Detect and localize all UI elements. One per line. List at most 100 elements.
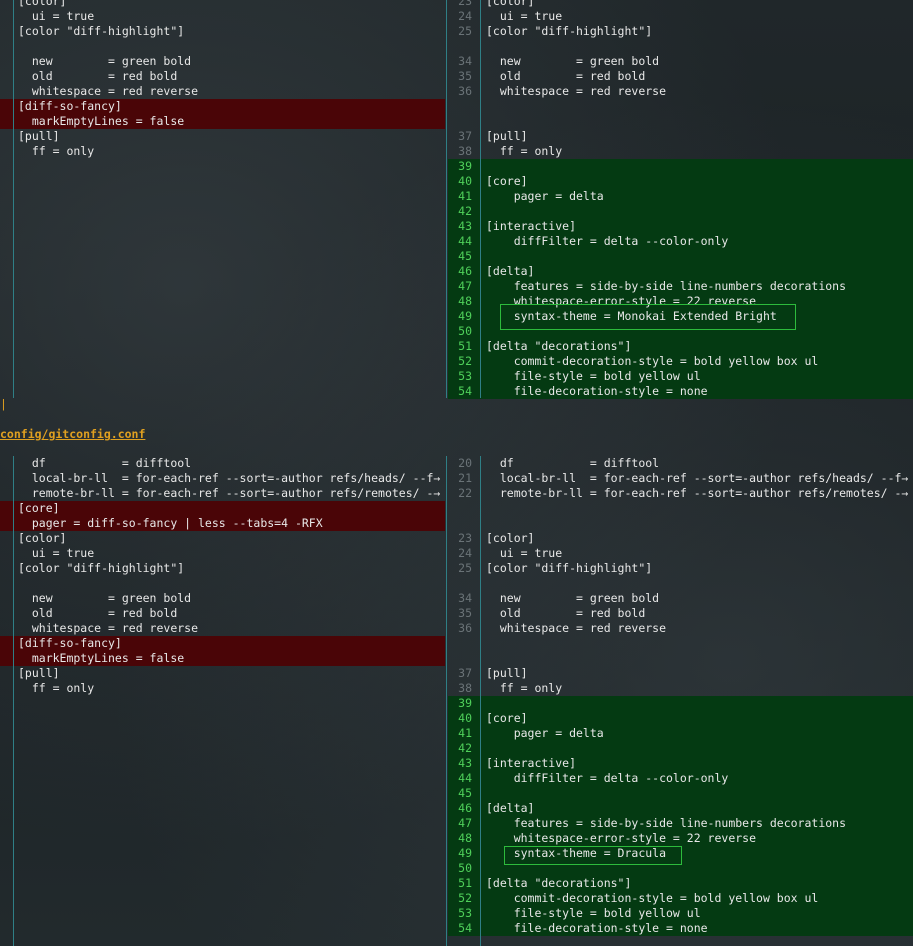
line-number: 39 [458, 696, 472, 710]
diff-line-context: 24 ui = true [448, 9, 913, 24]
diff-line-context [448, 39, 913, 54]
diff-line-context: ff = only [0, 144, 445, 159]
line-code: [diff-so-fancy] [18, 636, 122, 650]
line-code: whitespace = red reverse [486, 84, 667, 98]
diff-line-added: 41 pager = delta [448, 189, 913, 204]
diff-pane-top: [color] ui = true [color "diff-highlight"… [0, 0, 913, 399]
line-number: 50 [458, 861, 472, 875]
line-number: 34 [458, 54, 472, 68]
line-code: old = red bold [486, 606, 646, 620]
line-code: [interactive] [486, 219, 577, 233]
diff-line-context [448, 99, 913, 114]
diff-line-added: 43 [interactive] [448, 756, 913, 771]
line-code: local-br-ll = for-each-ref --sort=-autho… [486, 471, 909, 485]
diff-line-added: 39 [448, 159, 913, 174]
line-number: 49 [458, 309, 472, 323]
line-code: commit-decoration-style = bold yellow bo… [486, 891, 819, 905]
line-number: 45 [458, 786, 472, 800]
diff-left-column: [color] ui = true [color "diff-highlight"… [0, 0, 445, 398]
diff-line-added: 47 features = side-by-side line-numbers … [448, 816, 913, 831]
diff-line-added: 54 file-decoration-style = none [448, 921, 913, 936]
line-code: features = side-by-side line-numbers dec… [486, 279, 847, 293]
diff-line-added: 54 file-decoration-style = none [448, 384, 913, 399]
line-code: [pull] [18, 129, 60, 143]
diff-line-context: 22 remote-br-ll = for-each-ref --sort=-a… [448, 486, 913, 501]
line-code: file-decoration-style = none [486, 384, 708, 398]
diff-right-column: 20 df = difftool 21 local-br-ll = for-eac… [448, 456, 913, 946]
line-code: [delta] [486, 801, 535, 815]
diff-line-context: 34 new = green bold [448, 591, 913, 606]
diff-line-added: 40 [core] [448, 711, 913, 726]
line-number: 51 [458, 876, 472, 890]
line-code: [color "diff-highlight"] [18, 24, 185, 38]
line-number: 44 [458, 771, 472, 785]
line-number: 40 [458, 174, 472, 188]
diff-line-added: 42 [448, 204, 913, 219]
line-code: df = difftool [18, 456, 192, 470]
line-number: 25 [458, 561, 472, 575]
line-code: old = red bold [18, 606, 178, 620]
line-code: old = red bold [486, 69, 646, 83]
diff-line-added: 45 [448, 786, 913, 801]
diff-line-context: 37 [pull] [448, 666, 913, 681]
line-number: 53 [458, 369, 472, 383]
line-number: 37 [458, 129, 472, 143]
line-number: 51 [458, 339, 472, 353]
line-code: [color] [486, 0, 535, 8]
line-code: markEmptyLines = false [18, 651, 185, 665]
line-number: 34 [458, 591, 472, 605]
line-number: 38 [458, 681, 472, 695]
diff-line-context: 25 [color "diff-highlight"] [448, 561, 913, 576]
line-code: [delta "decorations"] [486, 339, 632, 353]
diff-line-removed: pager = diff-so-fancy | less --tabs=4 -R… [0, 516, 445, 531]
diff-line-context: old = red bold [0, 606, 445, 621]
line-code: diffFilter = delta --color-only [486, 234, 729, 248]
line-code: old = red bold [18, 69, 178, 83]
line-number: 38 [458, 144, 472, 158]
diff-line-context: 34 new = green bold [448, 54, 913, 69]
line-code: [pull] [486, 666, 528, 680]
line-number: 41 [458, 189, 472, 203]
line-code: [delta] [486, 264, 535, 278]
hunk-marker: | [0, 397, 7, 411]
line-number: 48 [458, 294, 472, 308]
diff-line-context [448, 516, 913, 531]
line-number: 24 [458, 9, 472, 23]
line-number: 23 [458, 531, 472, 545]
line-number: 35 [458, 606, 472, 620]
diff-line-added: 52 commit-decoration-style = bold yellow… [448, 354, 913, 369]
line-number: 43 [458, 219, 472, 233]
diff-line-context: new = green bold [0, 54, 445, 69]
diff-line-added: 44 diffFilter = delta --color-only [448, 234, 913, 249]
line-code: new = green bold [486, 591, 660, 605]
line-number: 24 [458, 546, 472, 560]
line-number: 41 [458, 726, 472, 740]
line-number: 49 [458, 846, 472, 860]
line-code: new = green bold [18, 54, 192, 68]
diff-right-column: 23 [color] 24 ui = true 25 [color "diff-high… [448, 0, 913, 399]
line-code: ff = only [18, 144, 95, 158]
line-number: 42 [458, 741, 472, 755]
line-code: ff = only [486, 681, 563, 695]
diff-line-context [0, 39, 445, 54]
diff-line-context: 36 whitespace = red reverse [448, 84, 913, 99]
file-header[interactable]: config/gitconfig.conf [0, 427, 145, 442]
line-code: ui = true [18, 9, 95, 23]
diff-left-column: df = difftool local-br-ll = for-each-ref… [0, 456, 445, 946]
line-code: pager = diff-so-fancy | less --tabs=4 -R… [18, 516, 323, 530]
line-number: 46 [458, 801, 472, 815]
line-number: 45 [458, 249, 472, 263]
diff-line-context: 25 [color "diff-highlight"] [448, 24, 913, 39]
diff-line-added: 42 [448, 741, 913, 756]
diff-line-context: 35 old = red bold [448, 69, 913, 84]
line-code: file-style = bold yellow ul [486, 369, 701, 383]
line-code: [core] [18, 501, 60, 515]
diff-line-context: local-br-ll = for-each-ref --sort=-autho… [0, 471, 445, 486]
line-code: ff = only [486, 144, 563, 158]
line-code: whitespace = red reverse [18, 621, 199, 635]
diff-line-removed: markEmptyLines = false [0, 651, 445, 666]
line-code: whitespace = red reverse [18, 84, 199, 98]
diff-line-removed: [diff-so-fancy] [0, 99, 445, 114]
diff-line-context: ff = only [0, 681, 445, 696]
line-code: whitespace-error-style = 22 reverse [486, 831, 757, 845]
